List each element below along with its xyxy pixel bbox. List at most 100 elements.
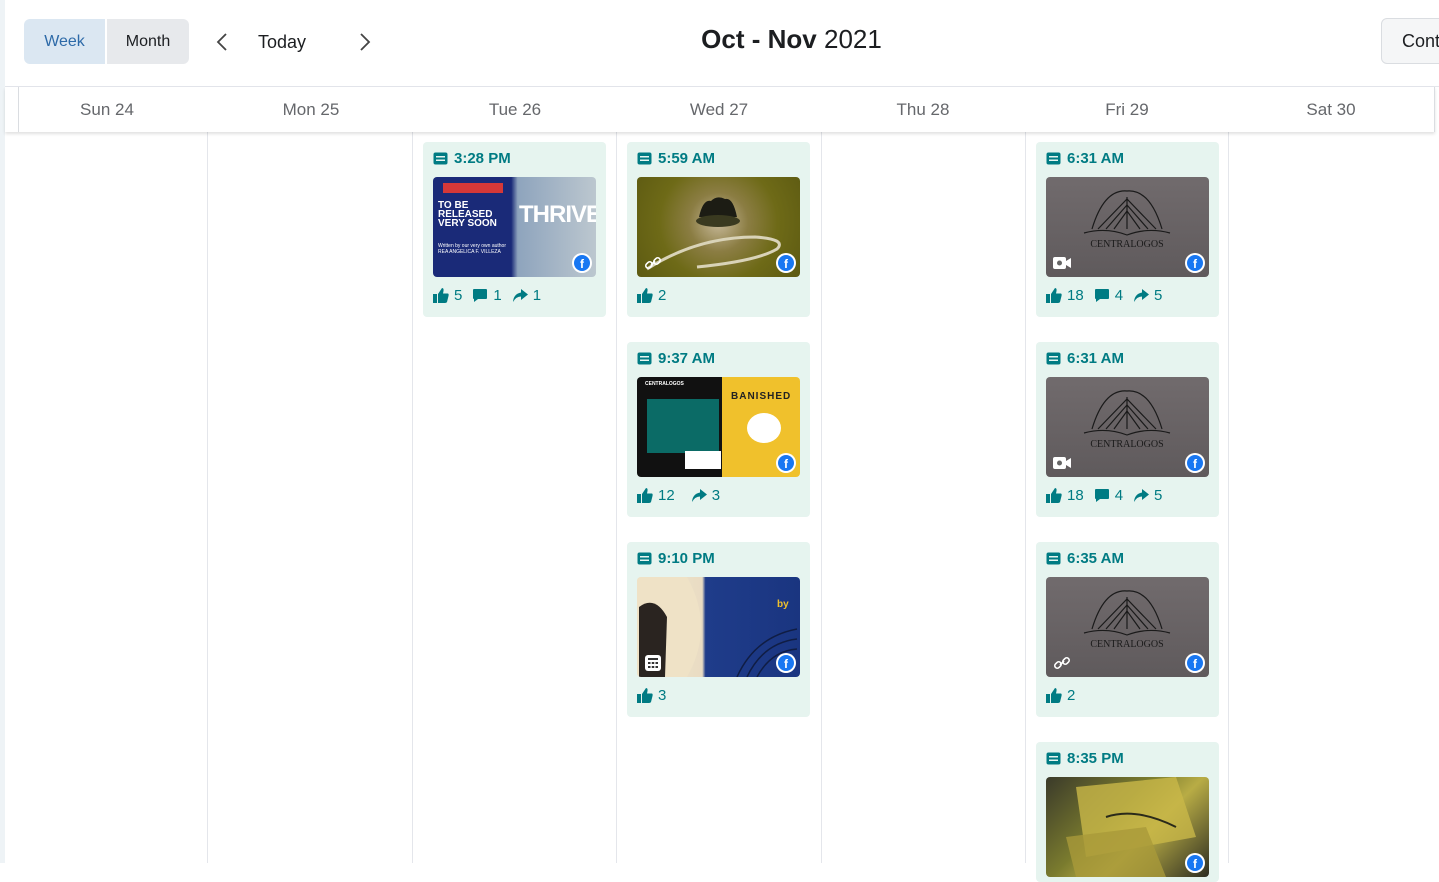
post-icon (433, 152, 448, 165)
like-icon (433, 288, 449, 303)
logo-text: CENTRALOGOS (1090, 439, 1163, 450)
post-stats: 12 3 (637, 487, 720, 504)
post-icon (637, 152, 652, 165)
column-divider (821, 132, 822, 863)
post-card[interactable]: 6:31 AM CENTRALOGOS f 18 4 5 (1036, 342, 1219, 517)
link-icon (643, 254, 663, 272)
facebook-icon: f (776, 453, 796, 473)
comments-count: 1 (493, 287, 502, 304)
share-icon (1134, 289, 1150, 302)
post-time-label: 6:31 AM (1067, 350, 1124, 367)
like-icon (637, 488, 653, 503)
like-icon (637, 688, 653, 703)
post-stats: 3 (637, 687, 666, 704)
post-thumbnail[interactable]: CENTRALOGOS BANISHED f (637, 377, 800, 477)
comment-icon (1094, 289, 1109, 302)
thumb-headline: TO BE RELEASED VERY SOON (438, 200, 497, 229)
day-header-tue: Tue 26 (488, 99, 542, 119)
title-year: 2021 (823, 24, 882, 54)
header-left-divider (18, 87, 19, 132)
post-thumbnail[interactable]: CENTRALOGOS f (1046, 177, 1209, 277)
post-time: 3:28 PM (433, 150, 511, 167)
comment-icon (473, 289, 488, 302)
post-card[interactable]: 8:35 PM f (1036, 742, 1219, 882)
comments-count: 4 (1114, 487, 1124, 504)
logo-text: CENTRALOGOS (1090, 239, 1163, 250)
post-time: 5:59 AM (637, 150, 715, 167)
logo-text: CENTRALOGOS (1090, 639, 1163, 650)
likes-count: 3 (658, 687, 667, 704)
post-card[interactable]: 5:59 AM f 2 (627, 142, 810, 317)
column-divider (1025, 132, 1026, 863)
post-thumbnail[interactable]: CENTRALOGOS f (1046, 377, 1209, 477)
content-button[interactable]: Cont (1381, 18, 1439, 64)
facebook-icon: f (1185, 453, 1205, 473)
day-header-sat: Sat 30 (1306, 99, 1356, 119)
shares-count: 5 (1154, 287, 1163, 304)
title-range: Oct - Nov (701, 24, 817, 54)
thumb-title: BANISHED (731, 391, 792, 402)
post-thumbnail[interactable]: by f (637, 577, 800, 677)
like-icon (1046, 488, 1062, 503)
post-thumbnail[interactable]: f (1046, 777, 1209, 877)
post-time-label: 9:10 PM (658, 550, 715, 567)
thumb-quote-box (647, 399, 719, 453)
post-icon (637, 552, 652, 565)
link-icon (1052, 654, 1072, 672)
post-thumbnail[interactable]: TO BE RELEASED VERY SOON Written by our … (433, 177, 596, 277)
post-time: 9:37 AM (637, 350, 715, 367)
post-stats: 5 1 1 (433, 287, 541, 304)
likes-count: 12 (658, 487, 675, 504)
post-time: 9:10 PM (637, 550, 715, 567)
thumb-author-text: Written by our very own author REA ANGEL… (438, 243, 506, 255)
column-divider (412, 132, 413, 863)
post-stats: 18 4 5 (1046, 287, 1162, 304)
post-icon (1046, 752, 1061, 765)
facebook-icon: f (776, 253, 796, 273)
share-icon (1134, 489, 1150, 502)
shares-count: 5 (1154, 487, 1163, 504)
post-card[interactable]: 3:28 PM TO BE RELEASED VERY SOON Written… (423, 142, 606, 317)
post-time-label: 3:28 PM (454, 150, 511, 167)
shares-count: 1 (532, 287, 542, 304)
day-header-row: Sun 24 Mon 25 Tue 26 Wed 27 Thu 28 Fri 2… (5, 87, 1435, 132)
facebook-icon: f (572, 253, 592, 273)
like-icon (1046, 288, 1062, 303)
share-icon (691, 489, 707, 502)
shares-count: 3 (711, 487, 721, 504)
post-card[interactable]: 6:31 AM CENTRALOGOS f 18 4 5 (1036, 142, 1219, 317)
post-icon (1046, 152, 1061, 165)
day-header-mon: Mon 25 (282, 99, 340, 119)
post-thumbnail[interactable]: CENTRALOGOS f (1046, 577, 1209, 677)
post-time-label: 6:31 AM (1067, 150, 1124, 167)
post-card[interactable]: 9:10 PM by f 3 (627, 542, 810, 717)
thumb-barcode (685, 451, 721, 469)
likes-count: 18 (1067, 287, 1084, 304)
column-divider (207, 132, 208, 863)
facebook-icon: f (1185, 853, 1205, 873)
post-stats: 2 (1046, 687, 1075, 704)
header-right-divider (1434, 87, 1435, 132)
post-time-label: 8:35 PM (1067, 750, 1124, 767)
post-icon (1046, 552, 1061, 565)
post-time: 8:35 PM (1046, 750, 1124, 767)
likes-count: 18 (1067, 487, 1084, 504)
day-header-sun: Sun 24 (80, 99, 134, 119)
day-header-wed: Wed 27 (689, 99, 749, 119)
post-time: 6:35 AM (1046, 550, 1124, 567)
column-divider (616, 132, 617, 863)
comment-icon (1094, 489, 1109, 502)
like-icon (637, 288, 653, 303)
post-card[interactable]: 6:35 AM CENTRALOGOS f 2 (1036, 542, 1219, 717)
likes-count: 5 (454, 287, 463, 304)
facebook-icon: f (1185, 653, 1205, 673)
thumb-big-title: THRIVE (519, 201, 596, 228)
video-icon (1052, 454, 1072, 472)
post-thumbnail[interactable]: f (637, 177, 800, 277)
post-stats: 2 (637, 287, 666, 304)
post-time-label: 9:37 AM (658, 350, 715, 367)
post-card[interactable]: 9:37 AM CENTRALOGOS BANISHED f 12 3 (627, 342, 810, 517)
facebook-icon: f (1185, 253, 1205, 273)
post-time: 6:31 AM (1046, 350, 1124, 367)
post-icon (1046, 352, 1061, 365)
